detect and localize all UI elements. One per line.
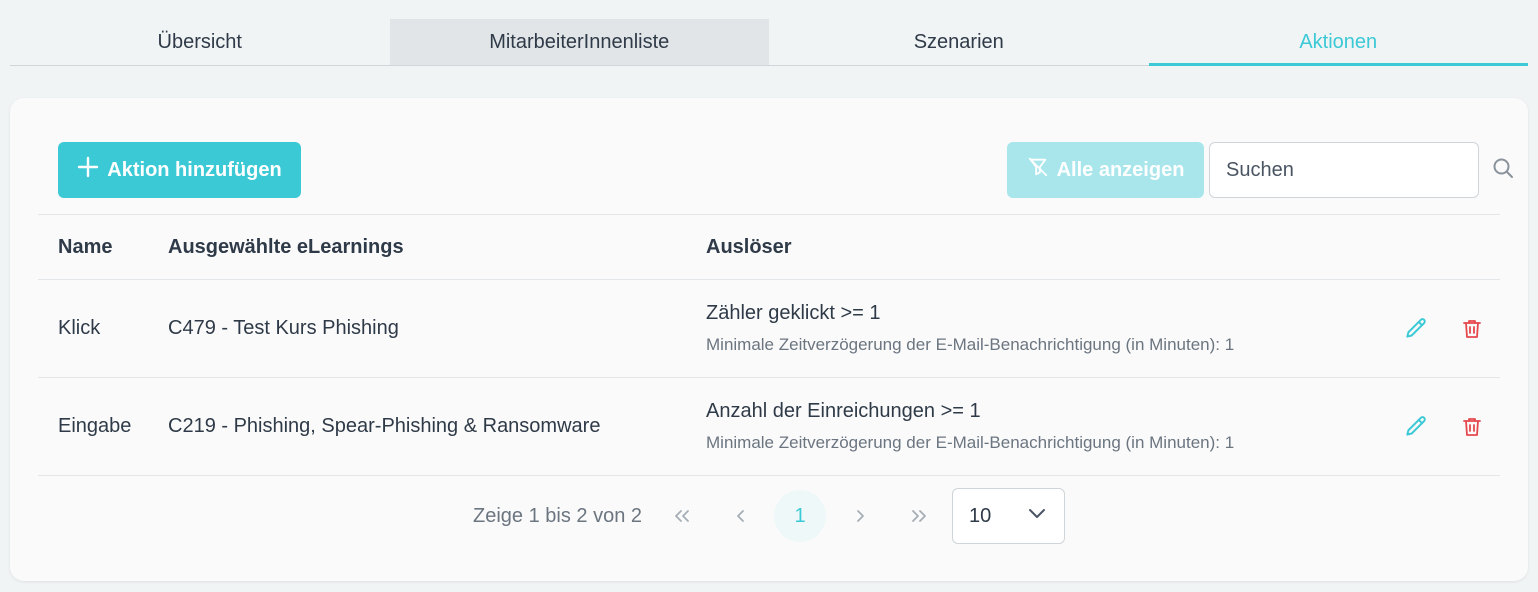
trigger-condition: Anzahl der Einreichungen >= 1 xyxy=(706,400,981,422)
trigger-delay: Minimale Zeitverzögerung der E-Mail-Bena… xyxy=(706,433,1235,452)
action-trigger: Zähler geklickt >= 1 Minimale Zeitverzög… xyxy=(706,302,1390,355)
next-page-icon[interactable] xyxy=(830,490,889,542)
toolbar: Aktion hinzufügen Alle anzeigen xyxy=(10,98,1528,214)
tab-bar: Übersicht MitarbeiterInnenliste Szenarie… xyxy=(10,19,1528,66)
trash-icon[interactable] xyxy=(1458,315,1486,343)
actions-table: Name Ausgewählte eLearnings Auslöser Kli… xyxy=(38,215,1500,476)
tab-szenarien[interactable]: Szenarien xyxy=(769,19,1149,65)
show-all-button[interactable]: Alle anzeigen xyxy=(1007,142,1204,198)
column-header-elearnings[interactable]: Ausgewählte eLearnings xyxy=(168,236,706,259)
pagination-info: Zeige 1 bis 2 von 2 xyxy=(473,504,642,527)
column-header-trigger[interactable]: Auslöser xyxy=(706,236,1390,259)
row-actions xyxy=(1390,413,1500,441)
row-actions xyxy=(1390,315,1500,343)
action-trigger: Anzahl der Einreichungen >= 1 Minimale Z… xyxy=(706,400,1390,453)
page-size-select[interactable]: 10 xyxy=(952,488,1065,544)
filter-off-icon xyxy=(1027,156,1049,184)
plus-icon xyxy=(77,156,99,184)
show-all-label: Alle anzeigen xyxy=(1056,158,1185,181)
search-box xyxy=(1209,142,1513,198)
tab-mitarbeiterinnenliste[interactable]: MitarbeiterInnenliste xyxy=(389,19,769,65)
page-size-value: 10 xyxy=(969,504,992,527)
column-header-name[interactable]: Name xyxy=(38,236,168,259)
pagination: Zeige 1 bis 2 von 2 1 10 xyxy=(10,488,1528,544)
edit-icon[interactable] xyxy=(1402,315,1430,343)
action-elearning: C479 - Test Kurs Phishing xyxy=(168,317,399,339)
search-icon[interactable] xyxy=(1491,156,1515,185)
action-name: Eingabe xyxy=(58,415,132,437)
trash-icon[interactable] xyxy=(1458,413,1486,441)
last-page-icon[interactable] xyxy=(889,490,948,542)
actions-card: Aktion hinzufügen Alle anzeigen Suchen N… xyxy=(10,98,1528,581)
table-header: Name Ausgewählte eLearnings Auslöser xyxy=(38,215,1500,280)
action-name: Klick xyxy=(58,317,101,339)
chevron-down-icon xyxy=(1026,502,1048,530)
table-row: Eingabe C219 - Phishing, Spear-Phishing … xyxy=(38,378,1500,476)
add-action-button[interactable]: Aktion hinzufügen xyxy=(58,142,301,198)
table-row: Klick C479 - Test Kurs Phishing Zähler g… xyxy=(38,280,1500,378)
tab-uebersicht[interactable]: Übersicht xyxy=(10,19,390,65)
page-button-current[interactable]: 1 xyxy=(774,490,826,542)
first-page-icon[interactable] xyxy=(652,490,711,542)
action-elearning: C219 - Phishing, Spear-Phishing & Ransom… xyxy=(168,415,601,437)
add-action-label: Aktion hinzufügen xyxy=(107,158,282,181)
search-input[interactable] xyxy=(1226,158,1491,182)
trigger-delay: Minimale Zeitverzögerung der E-Mail-Bena… xyxy=(706,335,1235,354)
tab-aktionen[interactable]: Aktionen xyxy=(1148,19,1529,66)
edit-icon[interactable] xyxy=(1402,413,1430,441)
trigger-condition: Zähler geklickt >= 1 xyxy=(706,302,881,324)
prev-page-icon[interactable] xyxy=(711,490,770,542)
